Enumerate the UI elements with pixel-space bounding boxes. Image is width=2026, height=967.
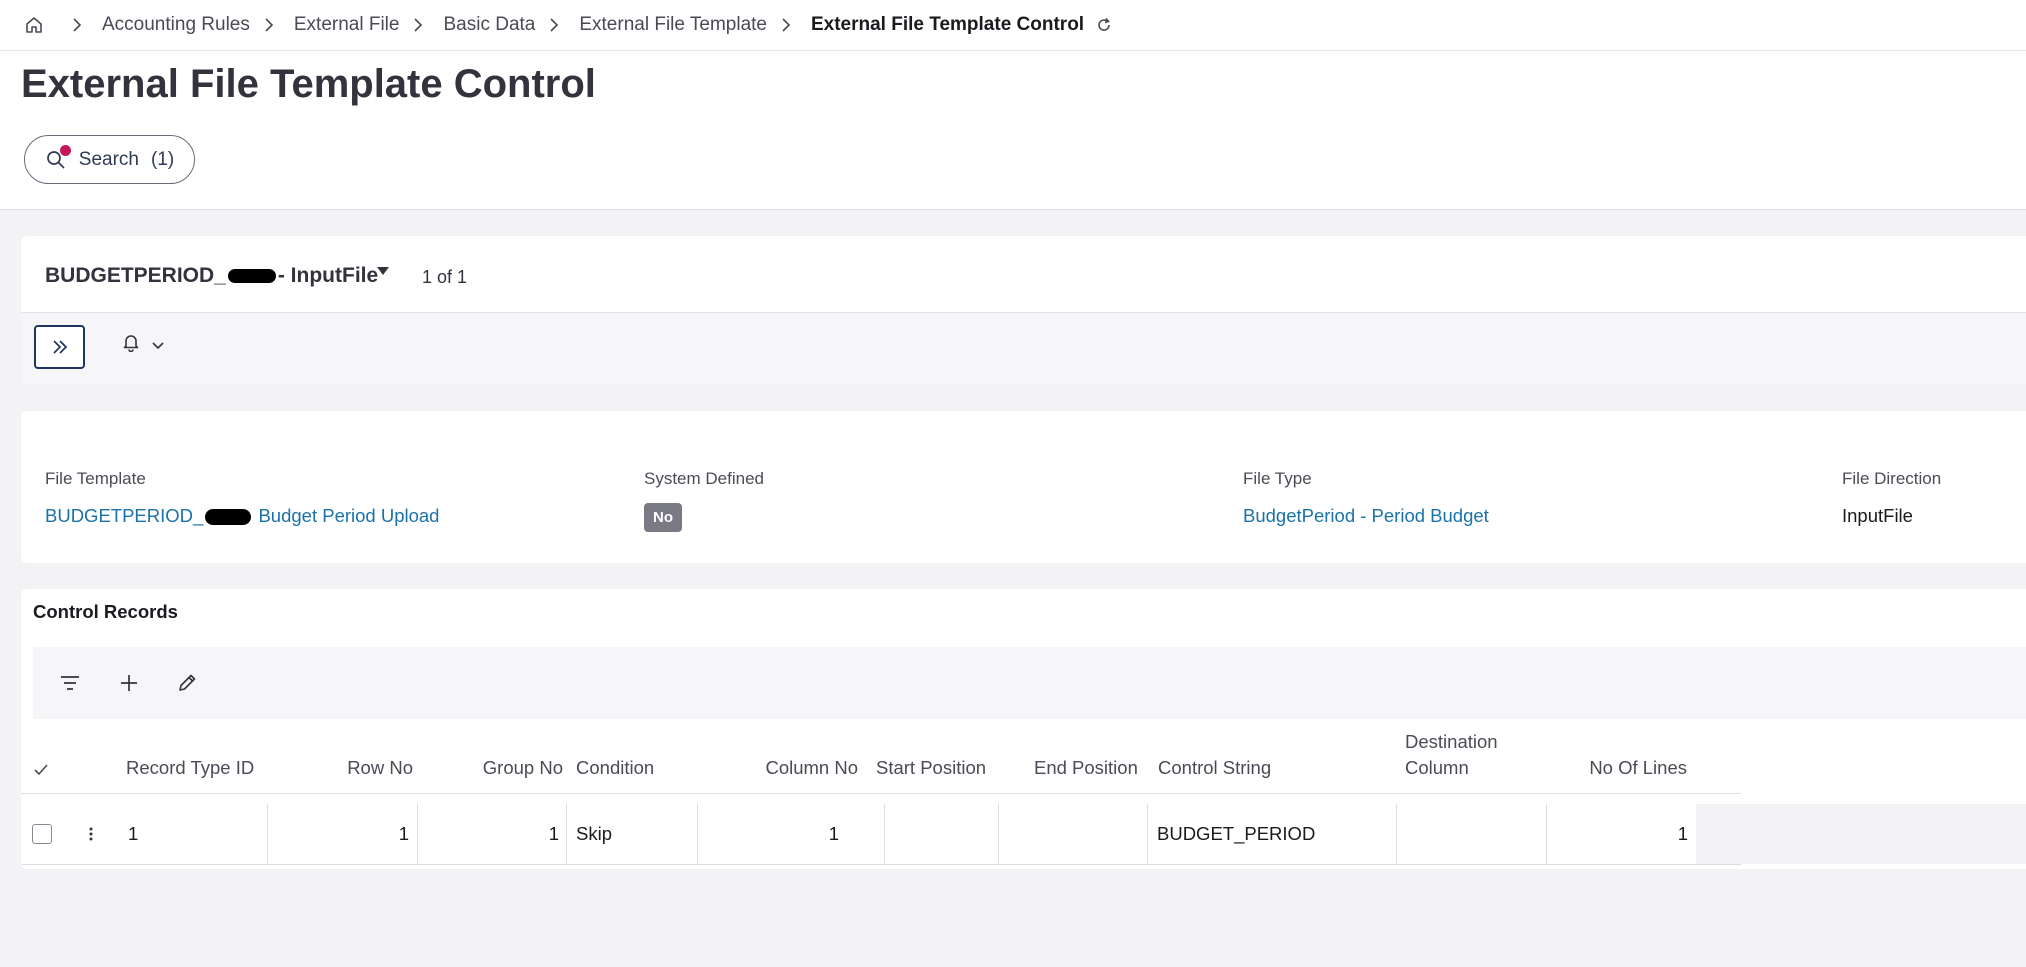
breadcrumb-accounting-rules[interactable]: Accounting Rules <box>102 14 250 36</box>
col-end-position[interactable]: End Position <box>1034 755 1138 781</box>
add-icon[interactable] <box>117 671 141 695</box>
field-file-template: File Template BUDGETPERIOD_ Budget Perio… <box>45 469 439 527</box>
home-icon[interactable] <box>24 15 44 35</box>
file-template-link[interactable]: BUDGETPERIOD_ Budget Period Upload <box>45 505 439 527</box>
detail-card: File Template BUDGETPERIOD_ Budget Perio… <box>21 411 2026 563</box>
field-file-direction: File Direction InputFile <box>1842 469 1941 527</box>
redacted-mark <box>205 509 252 526</box>
col-group-no[interactable]: Group No <box>413 755 563 781</box>
double-chevron-right-icon <box>52 340 67 354</box>
breadcrumb-external-file[interactable]: External File <box>294 14 400 36</box>
file-type-link[interactable]: BudgetPeriod - Period Budget <box>1243 505 1489 527</box>
file-direction-value: InputFile <box>1842 505 1913 526</box>
col-control-string[interactable]: Control String <box>1158 755 1271 781</box>
chevron-right-icon <box>264 18 274 32</box>
col-column-no[interactable]: Column No <box>698 755 858 781</box>
header-band: Accounting Rules External File Basic Dat… <box>0 0 2026 210</box>
field-system-defined: System Defined No <box>644 469 764 532</box>
record-title: BUDGETPERIOD_ - InputFile <box>45 264 378 288</box>
col-no-of-lines[interactable]: No Of Lines <box>1547 755 1687 781</box>
table-header: Record Type ID Row No Group No Condition… <box>21 729 1741 794</box>
search-active-indicator <box>59 144 71 156</box>
system-defined-badge: No <box>644 503 682 532</box>
system-defined-label: System Defined <box>644 469 764 488</box>
search-label: Search <box>78 148 139 170</box>
header-divider <box>0 50 2026 51</box>
search-count: (1) <box>150 148 175 170</box>
search-button[interactable]: Search (1) <box>24 135 195 184</box>
cell-column-no: 1 <box>697 804 847 864</box>
expand-panel-button[interactable] <box>34 325 85 369</box>
record-header-card: BUDGETPERIOD_ - InputFile 1 of 1 <box>21 236 2026 384</box>
col-destination-line-2: Column <box>1405 757 1469 778</box>
cell-destination-column <box>1396 804 1546 864</box>
cell-condition: Skip <box>566 804 716 864</box>
field-file-type: File Type BudgetPeriod - Period Budget <box>1243 469 1489 527</box>
chevron-right-icon <box>781 18 791 32</box>
chevron-right-icon <box>413 18 423 32</box>
col-destination-line-1: Destination <box>1405 731 1498 752</box>
select-all-check-icon[interactable] <box>34 757 48 783</box>
notifications-button[interactable] <box>121 331 165 353</box>
record-selector: BUDGETPERIOD_ - InputFile 1 of 1 <box>21 236 2026 313</box>
cell-record-type-id: 1 <box>128 823 139 844</box>
chevron-right-icon <box>549 18 559 32</box>
record-title-prefix: BUDGETPERIOD_ <box>45 264 226 287</box>
table-empty-area <box>1696 804 2026 864</box>
control-records-title: Control Records <box>33 601 178 622</box>
control-records-card: Control Records Record Type ID Row No Gr… <box>21 589 2026 869</box>
file-template-value-suffix: Budget Period Upload <box>253 505 440 526</box>
cell-group-no: 1 <box>417 804 567 864</box>
chevron-right-icon <box>72 18 82 32</box>
record-toolbar <box>21 313 2026 384</box>
more-vertical-icon[interactable] <box>83 822 99 846</box>
file-direction-label: File Direction <box>1842 469 1942 488</box>
caret-down-icon[interactable] <box>376 264 390 283</box>
col-record-type-id[interactable]: Record Type ID <box>126 755 254 781</box>
col-destination-column[interactable]: Destination Column <box>1405 729 1498 781</box>
file-template-label: File Template <box>45 469 146 488</box>
cell-end-position <box>998 804 1148 864</box>
refresh-icon[interactable] <box>1096 17 1112 33</box>
search-icon <box>45 144 71 171</box>
file-template-value-prefix: BUDGETPERIOD_ <box>45 505 204 526</box>
filter-icon[interactable] <box>58 671 82 695</box>
breadcrumb-external-file-template[interactable]: External File Template <box>579 14 767 36</box>
col-condition[interactable]: Condition <box>576 755 654 781</box>
edit-icon[interactable] <box>175 671 199 695</box>
breadcrumb: Accounting Rules External File Basic Dat… <box>24 0 1112 50</box>
control-records-toolbar <box>33 647 2026 719</box>
bell-icon <box>123 335 139 352</box>
redacted-mark <box>227 269 276 284</box>
cell-control-string: BUDGET_PERIOD <box>1147 804 1397 864</box>
col-row-no[interactable]: Row No <box>241 755 413 781</box>
record-title-suffix: - InputFile <box>277 264 379 287</box>
table-row[interactable]: 1 1 1 Skip 1 BUDGET_PERIOD 1 <box>21 804 1741 865</box>
record-position: 1 of 1 <box>422 267 468 287</box>
chevron-down-icon <box>152 342 164 350</box>
cell-row-no: 1 <box>267 804 417 864</box>
row-checkbox[interactable] <box>32 824 52 844</box>
breadcrumb-current: External File Template Control <box>810 14 1085 35</box>
cell-no-of-lines: 1 <box>1546 804 1697 864</box>
breadcrumb-basic-data[interactable]: Basic Data <box>443 14 535 36</box>
col-start-position[interactable]: Start Position <box>876 755 986 781</box>
file-type-label: File Type <box>1243 469 1312 488</box>
page-title: External File Template Control <box>21 62 596 106</box>
